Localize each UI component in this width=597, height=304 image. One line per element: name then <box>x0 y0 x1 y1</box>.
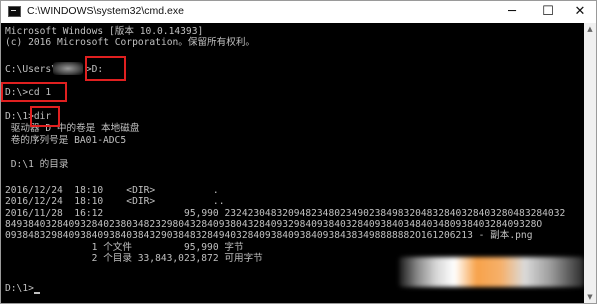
blurred-watermark <box>399 257 584 287</box>
console-line: 1 个文件 95,990 字节 <box>5 242 244 253</box>
scroll-up-arrow-icon[interactable]: ▲ <box>586 25 594 33</box>
cmd-icon <box>8 6 21 17</box>
text-cursor <box>33 292 40 294</box>
console-line: Microsoft Windows [版本 10.0.14393] <box>5 26 204 37</box>
title-bar[interactable]: C:\WINDOWS\system32\cmd.exe ─ ☐ ✕ <box>1 1 596 23</box>
console-line: 2016/11/28 16:12 95,990 2324230483209482… <box>5 208 566 219</box>
console-line: 卷的序列号是 BA01-ADC5 <box>5 135 127 146</box>
console-line: (c) 2016 Microsoft Corporation。保留所有权利。 <box>5 37 256 48</box>
console-line: D:\1 的目录 <box>5 159 69 170</box>
minimize-button[interactable]: ─ <box>496 1 528 23</box>
console-line: 8493840328409328402380348232980432840938… <box>5 219 543 230</box>
command-prompt[interactable]: D:\1> <box>5 283 40 294</box>
vertical-scrollbar[interactable]: ▲ ▼ <box>584 23 596 303</box>
console-line: 0938483298409384093840384329038483284940… <box>5 230 533 241</box>
console-line: 驱动器 D 中的卷是 本地磁盘 <box>5 123 140 134</box>
prompt-text: D:\1> <box>5 283 34 294</box>
console-line: 2016/12/24 18:10 <DIR> . <box>5 185 219 196</box>
window-title: C:\WINDOWS\system32\cmd.exe <box>27 5 184 17</box>
close-button[interactable]: ✕ <box>564 1 596 23</box>
highlight-box-dir-command <box>30 106 60 127</box>
console-line: 2 个目录 33,843,023,872 可用字节 <box>5 253 263 264</box>
highlight-box-cd-command <box>1 82 67 102</box>
console-area[interactable]: Microsoft Windows [版本 10.0.14393] (c) 20… <box>1 23 584 303</box>
cmd-window: C:\WINDOWS\system32\cmd.exe ─ ☐ ✕ Micros… <box>0 0 597 304</box>
highlight-box-drive-change <box>85 56 126 81</box>
scroll-down-arrow-icon[interactable]: ▼ <box>586 293 594 301</box>
maximize-button[interactable]: ☐ <box>532 1 564 23</box>
redacted-username <box>53 62 83 75</box>
console-line: 2016/12/24 18:10 <DIR> .. <box>5 196 225 207</box>
